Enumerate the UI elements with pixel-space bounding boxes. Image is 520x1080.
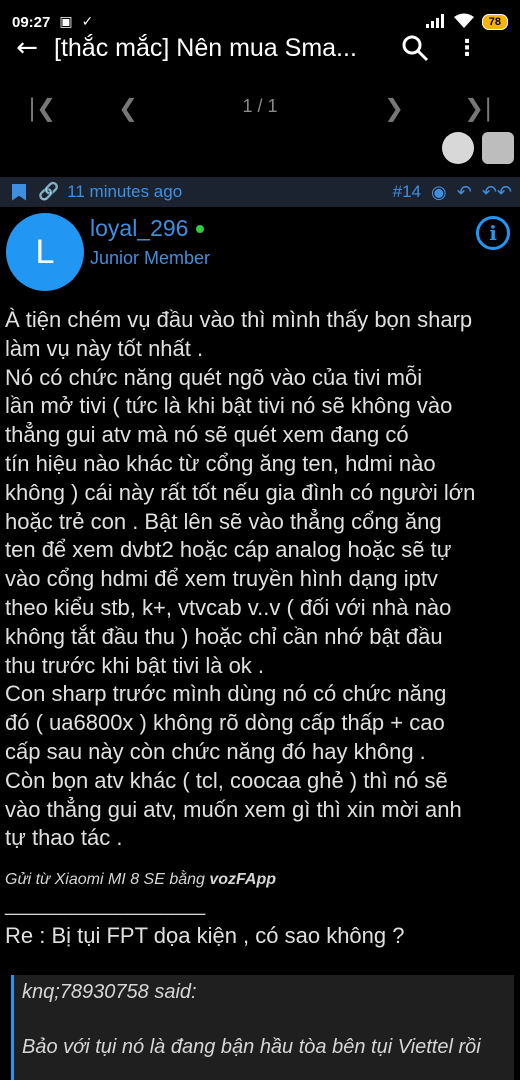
body-line: cấp sau này còn chức năng đó hay không . bbox=[5, 738, 426, 764]
reply-icon[interactable]: ↶ bbox=[457, 182, 472, 203]
post-body: À tiện chém vụ đầu vào thì mình thấy bọn… bbox=[5, 306, 517, 853]
page-indicator: 1 / 1 bbox=[242, 96, 278, 116]
body-line: tự thao tác . bbox=[5, 825, 123, 851]
user-role: Junior Member bbox=[90, 248, 211, 268]
info-icon[interactable]: i bbox=[476, 216, 510, 250]
next-page-icon[interactable]: ❯ bbox=[384, 94, 404, 122]
sticker-hand-icon[interactable] bbox=[482, 132, 514, 164]
body-line: Còn bọn atv khác ( tcl, coocaa ghẻ ) thì… bbox=[5, 767, 448, 793]
thread-title: [thắc mắc] Nên mua Sma... bbox=[54, 33, 357, 62]
online-status-dot bbox=[196, 225, 204, 233]
signature-app-link[interactable]: vozFApp bbox=[209, 871, 276, 888]
quote-author[interactable]: knq;78930758 said: bbox=[22, 981, 197, 1004]
reply-all-icon[interactable]: ↶↶ bbox=[482, 182, 512, 203]
signature: Gửi từ Xiaomi MI 8 SE bằng vozFApp bbox=[5, 871, 276, 889]
body-line: không tắt đầu thu ) hoặc chỉ cần nhớ bật… bbox=[5, 623, 443, 649]
body-line: không ) cái này rất tốt nếu gia đình có … bbox=[5, 479, 476, 505]
search-icon[interactable] bbox=[400, 33, 430, 63]
body-line: Con sharp trước mình dùng nó có chức năn… bbox=[5, 681, 447, 707]
body-line: lần mở tivi ( tức là khi bật tivi nó sẽ … bbox=[5, 393, 453, 419]
reply-title: Re : Bị tụi FPT dọa kiện , có sao không … bbox=[5, 923, 405, 948]
username[interactable]: loyal_296 bbox=[90, 215, 188, 242]
sticker-face-icon[interactable] bbox=[442, 132, 474, 164]
pagination-bar: |❮ ❮ 1 / 1 ❯ ❯| bbox=[0, 86, 520, 130]
body-line: thu trước khi bật tivi là ok . bbox=[5, 652, 265, 678]
body-line: đó ( ua6800x ) không rõ dòng cấp thấp + … bbox=[5, 710, 445, 736]
avatar[interactable]: L bbox=[6, 213, 84, 291]
body-line: làm vụ này tốt nhất . bbox=[5, 335, 204, 361]
body-line: vào thẳng gui atv, muốn xem gì thì xin m… bbox=[5, 796, 462, 822]
quote-text: Bảo với tụi nó là đang bận hầu tòa bên t… bbox=[22, 1036, 481, 1058]
body-line: À tiện chém vụ đầu vào thì mình thấy bọn… bbox=[5, 307, 473, 332]
body-line: thẳng gui atv mà nó sẽ quét xem đang có bbox=[5, 422, 409, 448]
body-line: tín hiệu nào khác từ cổng ăng ten, hdmi … bbox=[5, 450, 436, 476]
signature-text: Gửi từ Xiaomi MI 8 SE bằng bbox=[5, 871, 210, 888]
palette-icon[interactable]: ◉ bbox=[431, 182, 447, 203]
signature-separator: __________________ bbox=[5, 894, 206, 916]
body-line: ten để xem dvbt2 hoặc cáp analog hoặc sẽ… bbox=[5, 537, 452, 563]
prev-page-icon[interactable]: ❮ bbox=[118, 94, 138, 122]
quote-block: knq;78930758 said: Bảo với tụi nó là đan… bbox=[11, 975, 514, 1080]
body-line: Nó có chức năng quét ngõ vào của tivi mỗ… bbox=[5, 364, 423, 390]
body-line: theo kiểu stb, k+, vtvcab v..v ( đối với… bbox=[5, 594, 452, 620]
reaction-stickers bbox=[442, 132, 520, 170]
bookmark-icon[interactable] bbox=[12, 183, 26, 201]
first-page-icon[interactable]: |❮ bbox=[28, 94, 56, 122]
back-arrow-icon[interactable]: ← bbox=[0, 33, 54, 63]
app-bar: ← [thắc mắc] Nên mua Sma... ⋮ bbox=[0, 26, 520, 70]
post-time: 11 minutes ago bbox=[67, 182, 183, 201]
more-vert-icon[interactable]: ⋮ bbox=[456, 36, 478, 61]
body-line: hoặc trẻ con . Bật lên sẽ vào thẳng cổng… bbox=[5, 508, 442, 534]
post-header-bar: 🔗 11 minutes ago #14 ◉ ↶ ↶↶ bbox=[0, 177, 520, 207]
body-line: vào cổng hdmi để xem truyền hình dạng ip… bbox=[5, 566, 438, 592]
link-icon[interactable]: 🔗 bbox=[38, 182, 59, 202]
post-number[interactable]: #14 bbox=[393, 182, 421, 202]
last-page-icon[interactable]: ❯| bbox=[464, 94, 492, 122]
